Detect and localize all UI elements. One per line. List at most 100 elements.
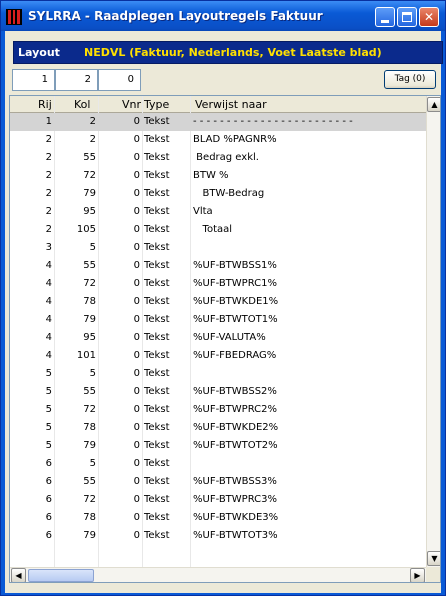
table-row[interactable]: 3 5 0 Tekst [10, 239, 426, 257]
cell-type: Tekst [144, 134, 170, 145]
cell-verwijst-naar: %UF-BTWPRC3% [193, 494, 278, 505]
kol-field[interactable]: 2 [55, 69, 98, 91]
cell-kol: 79 [83, 530, 96, 541]
layout-rules-grid[interactable]: Rij Kol Vnr Type Verwijst naar 1 2 0 Tekst -… [9, 95, 441, 583]
grid-header: Rij Kol Vnr Type Verwijst naar [10, 96, 426, 113]
table-row[interactable]: 4 72 0 Tekst %UF-BTWPRC1% [10, 275, 426, 293]
table-row[interactable]: 4 101 0 Tekst %UF-FBEDRAG% [10, 347, 426, 365]
cell-verwijst-naar: %UF-BTWPRC1% [193, 278, 278, 289]
cell-vnr: 0 [133, 152, 140, 163]
cell-verwijst-naar: %UF-BTWKDE2% [193, 422, 279, 433]
table-row[interactable]: 6 5 0 Tekst [10, 455, 426, 473]
cell-type: Tekst [144, 170, 170, 181]
cell-verwijst-naar: %UF-BTWKDE1% [193, 296, 279, 307]
cell-type: Tekst [144, 476, 170, 487]
horizontal-scroll-thumb[interactable] [28, 569, 94, 582]
table-row[interactable]: 4 79 0 Tekst %UF-BTWTOT1% [10, 311, 426, 329]
table-row[interactable]: 5 5 0 Tekst [10, 365, 426, 383]
tag-button[interactable]: Tag (0) [384, 70, 436, 89]
table-row[interactable]: 6 79 0 Tekst %UF-BTWTOT3% [10, 527, 426, 545]
cell-kol: 95 [83, 206, 96, 217]
cell-rij: 3 [45, 242, 52, 253]
scrollbar-corner [426, 567, 440, 582]
cell-kol: 55 [83, 260, 96, 271]
layout-value: NEDVL (Faktuur, Nederlands, Voet Laatste… [84, 46, 382, 59]
cell-kol: 78 [83, 422, 96, 433]
table-row[interactable]: 2 55 0 Tekst Bedrag exkl. [10, 149, 426, 167]
cell-type: Tekst [144, 512, 170, 523]
cell-rij: 6 [45, 512, 52, 523]
cell-type: Tekst [144, 260, 170, 271]
cell-kol: 101 [76, 350, 96, 361]
close-button[interactable]: ✕ [419, 7, 439, 27]
cell-type: Tekst [144, 368, 170, 379]
vertical-scrollbar[interactable]: ▲ ▼ [426, 96, 440, 567]
cell-verwijst-naar: Bedrag exkl. [193, 152, 259, 163]
cell-vnr: 0 [133, 422, 140, 433]
column-header-kol[interactable]: Kol [74, 98, 90, 111]
cell-vnr: 0 [133, 206, 140, 217]
cell-type: Tekst [144, 224, 170, 235]
cell-verwijst-naar: %UF-BTWKDE3% [193, 512, 279, 523]
scroll-up-button[interactable]: ▲ [427, 97, 440, 112]
close-icon: ✕ [423, 10, 435, 24]
cell-kol: 5 [89, 368, 96, 379]
cell-vnr: 0 [133, 296, 140, 307]
vnr-field[interactable]: 0 [98, 69, 141, 91]
cell-verwijst-naar: %UF-BTWBSS2% [193, 386, 277, 397]
table-row[interactable]: 2 79 0 Tekst BTW-Bedrag [10, 185, 426, 203]
cell-vnr: 0 [133, 512, 140, 523]
table-row[interactable]: 4 55 0 Tekst %UF-BTWBSS1% [10, 257, 426, 275]
column-header-verwijst-naar[interactable]: Verwijst naar [195, 98, 267, 111]
minimize-button[interactable] [375, 7, 395, 27]
cell-kol: 78 [83, 296, 96, 307]
table-row[interactable]: 2 72 0 Tekst BTW % [10, 167, 426, 185]
cell-type: Tekst [144, 152, 170, 163]
cell-type: Tekst [144, 386, 170, 397]
scroll-right-button[interactable]: ▶ [410, 568, 425, 582]
cell-kol: 95 [83, 332, 96, 343]
cell-rij: 4 [45, 260, 52, 271]
cell-rij: 2 [45, 134, 52, 145]
table-row[interactable]: 2 2 0 Tekst BLAD %PAGNR% [10, 131, 426, 149]
app-icon [6, 9, 22, 25]
cell-rij: 5 [45, 440, 52, 451]
table-row[interactable]: 1 2 0 Tekst - - - - - - - - - - - - - - - - … [10, 113, 426, 131]
column-header-type[interactable]: Type [144, 98, 169, 111]
cell-vnr: 0 [133, 314, 140, 325]
cell-vnr: 0 [133, 242, 140, 253]
horizontal-scrollbar[interactable]: ◀ ▶ [10, 567, 426, 582]
rij-field[interactable]: 1 [12, 69, 55, 91]
cell-kol: 79 [83, 440, 96, 451]
title-bar[interactable]: SYLRRA - Raadplegen Layoutregels Faktuur… [1, 1, 445, 31]
cell-rij: 4 [45, 296, 52, 307]
scroll-down-button[interactable]: ▼ [427, 551, 440, 566]
table-row[interactable]: 6 72 0 Tekst %UF-BTWPRC3% [10, 491, 426, 509]
cell-verwijst-naar: %UF-BTWTOT1% [193, 314, 278, 325]
table-row[interactable]: 4 78 0 Tekst %UF-BTWKDE1% [10, 293, 426, 311]
table-row[interactable]: 2 95 0 Tekst Vlta [10, 203, 426, 221]
cell-kol: 78 [83, 512, 96, 523]
cell-kol: 55 [83, 386, 96, 397]
table-row[interactable]: 5 78 0 Tekst %UF-BTWKDE2% [10, 419, 426, 437]
cell-verwijst-naar: %UF-BTWTOT2% [193, 440, 278, 451]
cell-kol: 72 [83, 170, 96, 181]
column-header-vnr[interactable]: Vnr [122, 98, 141, 111]
table-row[interactable]: 2 105 0 Tekst Totaal [10, 221, 426, 239]
cell-verwijst-naar: BLAD %PAGNR% [193, 134, 277, 145]
table-row[interactable]: 5 79 0 Tekst %UF-BTWTOT2% [10, 437, 426, 455]
column-header-rij[interactable]: Rij [38, 98, 52, 111]
cell-type: Tekst [144, 314, 170, 325]
table-row[interactable]: 5 72 0 Tekst %UF-BTWPRC2% [10, 401, 426, 419]
cell-rij: 6 [45, 494, 52, 505]
table-row[interactable]: 6 55 0 Tekst %UF-BTWBSS3% [10, 473, 426, 491]
table-row[interactable]: 6 78 0 Tekst %UF-BTWKDE3% [10, 509, 426, 527]
table-row[interactable]: 5 55 0 Tekst %UF-BTWBSS2% [10, 383, 426, 401]
cell-type: Tekst [144, 404, 170, 415]
cell-verwijst-naar: %UF-VALUTA% [193, 332, 266, 343]
table-row[interactable]: 4 95 0 Tekst %UF-VALUTA% [10, 329, 426, 347]
cell-type: Tekst [144, 296, 170, 307]
maximize-button[interactable] [397, 7, 417, 27]
scroll-left-button[interactable]: ◀ [11, 568, 26, 582]
cell-vnr: 0 [133, 116, 140, 127]
